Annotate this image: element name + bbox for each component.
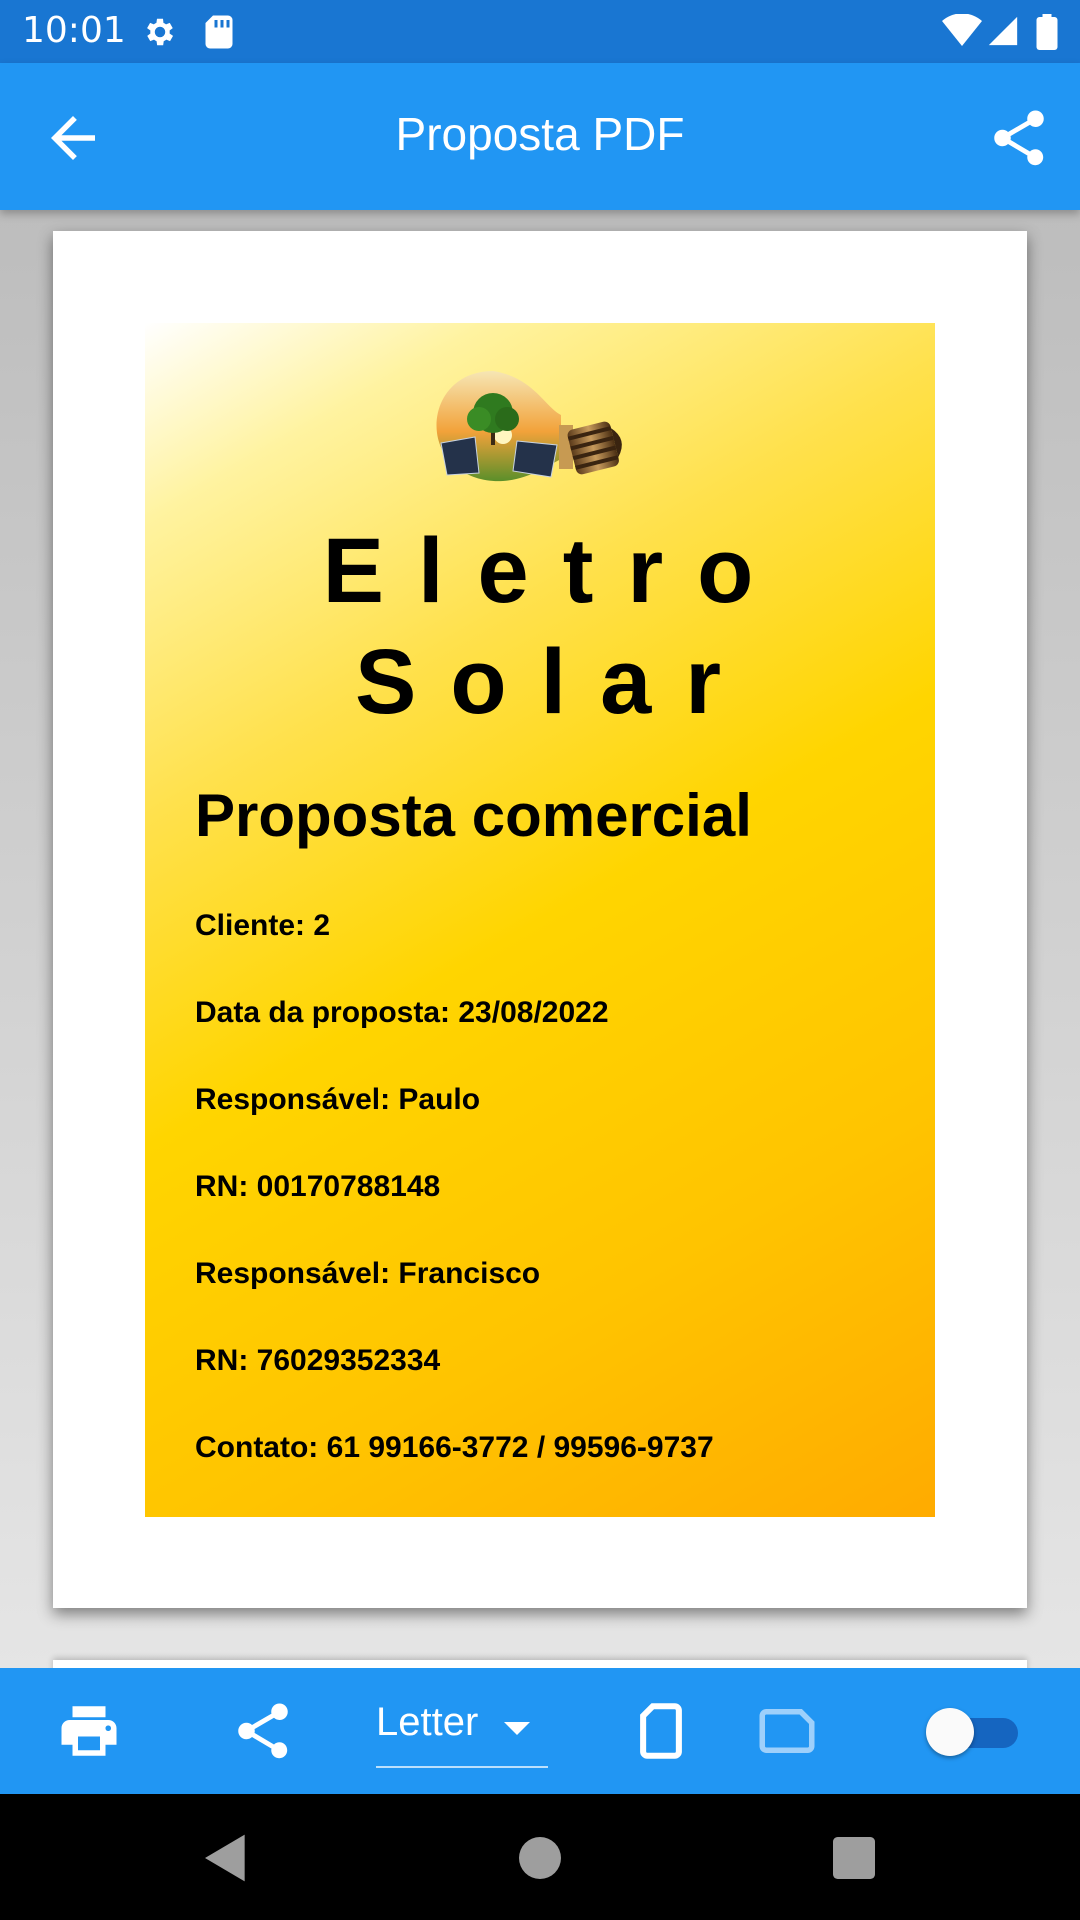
share-icon[interactable] [986, 105, 1052, 171]
rn-line-2: RN: 76029352334 [195, 1344, 441, 1377]
solar-bulb-logo [436, 371, 622, 482]
status-bar: 10:01 [0, 0, 1080, 63]
pdf-toolbar: Letter [0, 1668, 1080, 1794]
cover-background: Eletro Solar Proposta comercial Cliente:… [145, 323, 935, 1517]
print-icon[interactable] [56, 1698, 122, 1764]
portrait-icon[interactable] [628, 1698, 694, 1764]
client-line: Cliente: 2 [195, 909, 331, 942]
cell-signal-icon [988, 16, 1018, 46]
nav-home-icon[interactable] [512, 1830, 568, 1886]
page-title: Proposta PDF [395, 108, 685, 160]
proposal-date-line: Data da proposta: 23/08/2022 [195, 996, 609, 1029]
toolbar-share-icon[interactable] [230, 1698, 296, 1764]
page-format-dropdown[interactable]: Letter [376, 1690, 548, 1768]
brand-name-line1: Eletro [322, 520, 788, 622]
app-bar: Proposta PDF [0, 63, 1080, 210]
nav-recents-icon[interactable] [826, 1830, 882, 1886]
responsible-line: Responsável: Paulo [195, 1083, 481, 1116]
status-time: 10:01 [22, 10, 126, 51]
next-pdf-page [53, 1660, 1027, 1668]
wifi-icon [942, 14, 982, 46]
landscape-icon[interactable] [754, 1698, 820, 1764]
rn-line: RN: 00170788148 [195, 1170, 441, 1203]
page-format-value: Letter [376, 1700, 479, 1744]
pdf-page: Eletro Solar Proposta comercial Cliente:… [53, 231, 1027, 1608]
nav-back-icon[interactable] [198, 1830, 254, 1886]
responsible-line-2: Responsável: Francisco [195, 1257, 541, 1290]
toggle-switch[interactable] [926, 1708, 1022, 1756]
toggle-thumb [926, 1708, 974, 1756]
sd-card-icon [205, 15, 233, 49]
dropdown-caret-icon [504, 1722, 530, 1735]
brand-name-line2: Solar [354, 631, 756, 733]
settings-icon [147, 18, 174, 46]
pdf-preview-area[interactable]: Eletro Solar Proposta comercial Cliente:… [0, 210, 1080, 1668]
navigation-bar [0, 1794, 1080, 1920]
document-title: Proposta comercial [195, 782, 752, 849]
battery-icon [1036, 14, 1058, 50]
contact-line: Contato: 61 99166-3772 / 99596-9737 [195, 1431, 714, 1464]
